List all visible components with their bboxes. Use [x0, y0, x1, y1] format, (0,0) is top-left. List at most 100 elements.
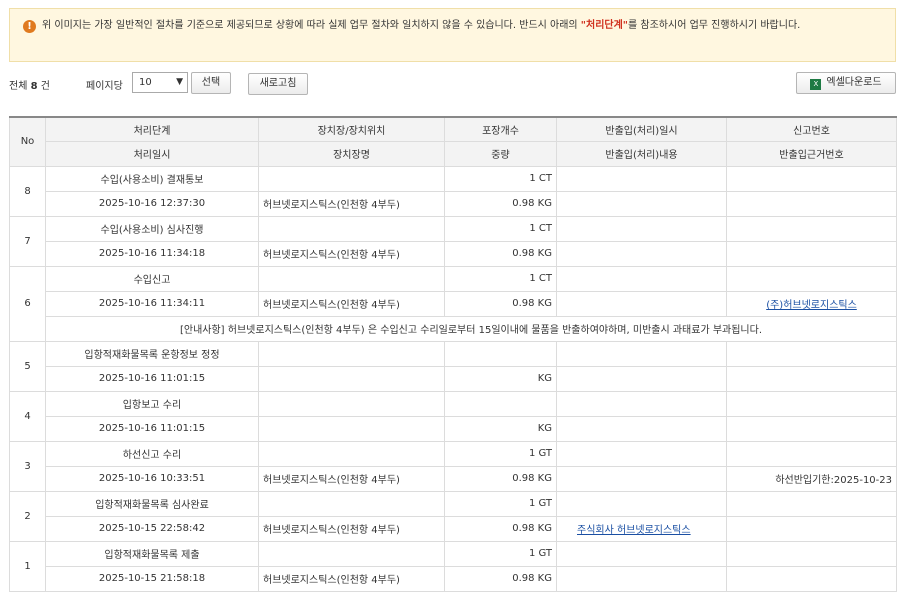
row-location	[258, 215, 445, 242]
row-location	[258, 165, 445, 192]
row-io-content	[556, 240, 727, 267]
row-packages: 1 CT	[444, 215, 557, 242]
row-basis-no	[726, 365, 897, 392]
table-row: 1 입항적재화물목록 제출 1 GT	[9, 540, 897, 592]
row-warehouse: 허브넷로지스틱스(인천항 4부두)	[258, 515, 445, 542]
row-io-content	[556, 290, 727, 317]
row-io-content	[556, 565, 727, 592]
row-location	[258, 265, 445, 292]
table-row-detail: 2025-10-16 11:34:11 허브넷로지스틱스(인천항 4부두) 0.98…	[10, 290, 897, 317]
table-row: 7 수입(사용소비) 심사진행 1 CT	[9, 215, 897, 267]
row-no: 2	[9, 490, 46, 542]
row-packages: 1 GT	[444, 540, 557, 567]
row-report-no	[726, 490, 897, 517]
row-location	[258, 440, 445, 467]
row-stage: 수입신고	[45, 265, 259, 292]
row-basis-no	[726, 240, 897, 267]
list-toolbar: 전체 8 건 페이지당 10 ▼ 선택 새로고침 X 엑셀다운로드	[9, 71, 896, 95]
table-row-detail: 2025-10-15 22:58:42 허브넷로지스틱스(인천항 4부두) 0.98…	[10, 515, 897, 542]
row-io-datetime	[556, 265, 727, 292]
row-warehouse: 허브넷로지스틱스(인천항 4부두)	[258, 240, 445, 267]
row-stage: 입항적재화물목록 심사완료	[45, 490, 259, 517]
row-basis-no-link[interactable]: (주)허브넷로지스틱스	[766, 300, 857, 311]
row-guide-notice: [안내사항] 허브넷로지스틱스(인천항 4부두) 은 수입신고 수리일로부터 1…	[45, 315, 897, 342]
row-packages: 1 CT	[444, 165, 557, 192]
row-weight: 0.98 KG	[444, 565, 557, 592]
total-count-value: 8	[30, 81, 38, 92]
header-no: No	[9, 116, 46, 167]
row-basis-no	[726, 190, 897, 217]
row-weight: KG	[444, 365, 557, 392]
row-no: 4	[9, 390, 46, 442]
header-warehouse: 장치장명	[258, 140, 445, 167]
row-io-datetime	[556, 490, 727, 517]
header-stage: 처리단계	[45, 116, 259, 142]
row-warehouse	[258, 365, 445, 392]
header-io-content: 반출입(처리)내용	[556, 140, 727, 167]
row-basis-no	[726, 515, 897, 542]
row-io-datetime	[556, 440, 727, 467]
table-row: 2 입항적재화물목록 심사완료 1 GT	[9, 490, 897, 542]
chevron-down-icon: ▼	[176, 77, 183, 87]
row-report-no	[726, 440, 897, 467]
row-basis-no	[726, 415, 897, 442]
excel-download-button[interactable]: X 엑셀다운로드	[796, 72, 896, 94]
row-weight: 0.98 KG	[444, 240, 557, 267]
table-row: 5 입항적재화물목록 운항정보 정정	[9, 340, 897, 392]
excel-download-label: 엑셀다운로드	[826, 77, 882, 88]
row-datetime: 2025-10-16 12:37:30	[45, 190, 259, 217]
row-io-datetime	[556, 165, 727, 192]
header-io-datetime: 반출입(처리)일시	[556, 116, 727, 142]
row-report-no	[726, 390, 897, 417]
row-warehouse: 허브넷로지스틱스(인천항 4부두)	[258, 465, 445, 492]
row-report-no	[726, 340, 897, 367]
row-no: 8	[9, 165, 46, 217]
table-row-detail: 2025-10-16 11:01:15 KG	[10, 365, 897, 392]
row-report-no	[726, 215, 897, 242]
row-basis-no: 하선반입기한:2025-10-23	[726, 465, 897, 492]
excel-icon: X	[810, 79, 822, 90]
row-packages	[444, 340, 557, 367]
table-row: 6 수입신고 1 CT	[9, 265, 897, 342]
header-weight: 중량	[444, 140, 557, 167]
row-report-no	[726, 265, 897, 292]
row-packages: 1 GT	[444, 440, 557, 467]
row-location	[258, 540, 445, 567]
row-warehouse	[258, 415, 445, 442]
row-datetime: 2025-10-16 11:34:11	[45, 290, 259, 317]
row-datetime: 2025-10-15 22:58:42	[45, 515, 259, 542]
row-no: 5	[9, 340, 46, 392]
table-row: 8 수입(사용소비) 결재통보 1 CT	[9, 165, 897, 217]
row-io-content	[556, 190, 727, 217]
refresh-button[interactable]: 새로고침	[248, 73, 308, 95]
row-datetime: 2025-10-16 11:01:15	[45, 365, 259, 392]
row-weight: 0.98 KG	[444, 465, 557, 492]
row-location	[258, 340, 445, 367]
row-no: 7	[9, 215, 46, 267]
header-location: 장치장/장치위치	[258, 116, 445, 142]
row-weight: 0.98 KG	[444, 190, 557, 217]
row-no: 6	[9, 265, 46, 342]
row-io-datetime	[556, 340, 727, 367]
row-warehouse: 허브넷로지스틱스(인천항 4부두)	[258, 190, 445, 217]
header-basis-no: 반출입근거번호	[726, 140, 897, 167]
header-packages: 포장개수	[444, 116, 557, 142]
row-basis-no	[726, 565, 897, 592]
total-count: 전체 8 건	[9, 77, 50, 92]
notice-highlight: "처리단계"	[580, 20, 629, 31]
header-datetime: 처리일시	[45, 140, 259, 167]
row-datetime: 2025-10-15 21:58:18	[45, 565, 259, 592]
table-row-detail: 2025-10-16 11:01:15 KG	[10, 415, 897, 442]
process-history-table: No 처리단계 장치장/장치위치 포장개수 반출입(처리)일시 신고번호 처리일…	[9, 116, 897, 592]
notice-banner: ! 위 이미지는 가장 일반적인 절차를 기준으로 제공되므로 상황에 따라 실…	[9, 8, 896, 62]
row-packages: 1 GT	[444, 490, 557, 517]
total-prefix: 전체	[9, 81, 28, 92]
select-button[interactable]: 선택	[191, 72, 231, 94]
row-datetime: 2025-10-16 11:01:15	[45, 415, 259, 442]
row-report-no	[726, 165, 897, 192]
row-weight: 0.98 KG	[444, 515, 557, 542]
table-row-detail: 2025-10-16 10:33:51 허브넷로지스틱스(인천항 4부두) 0.98…	[10, 465, 897, 492]
perpage-select[interactable]: 10 ▼	[132, 72, 188, 93]
row-stage: 하선신고 수리	[45, 440, 259, 467]
row-io-content-link[interactable]: 주식회사 허브넷로지스틱스	[577, 525, 691, 536]
